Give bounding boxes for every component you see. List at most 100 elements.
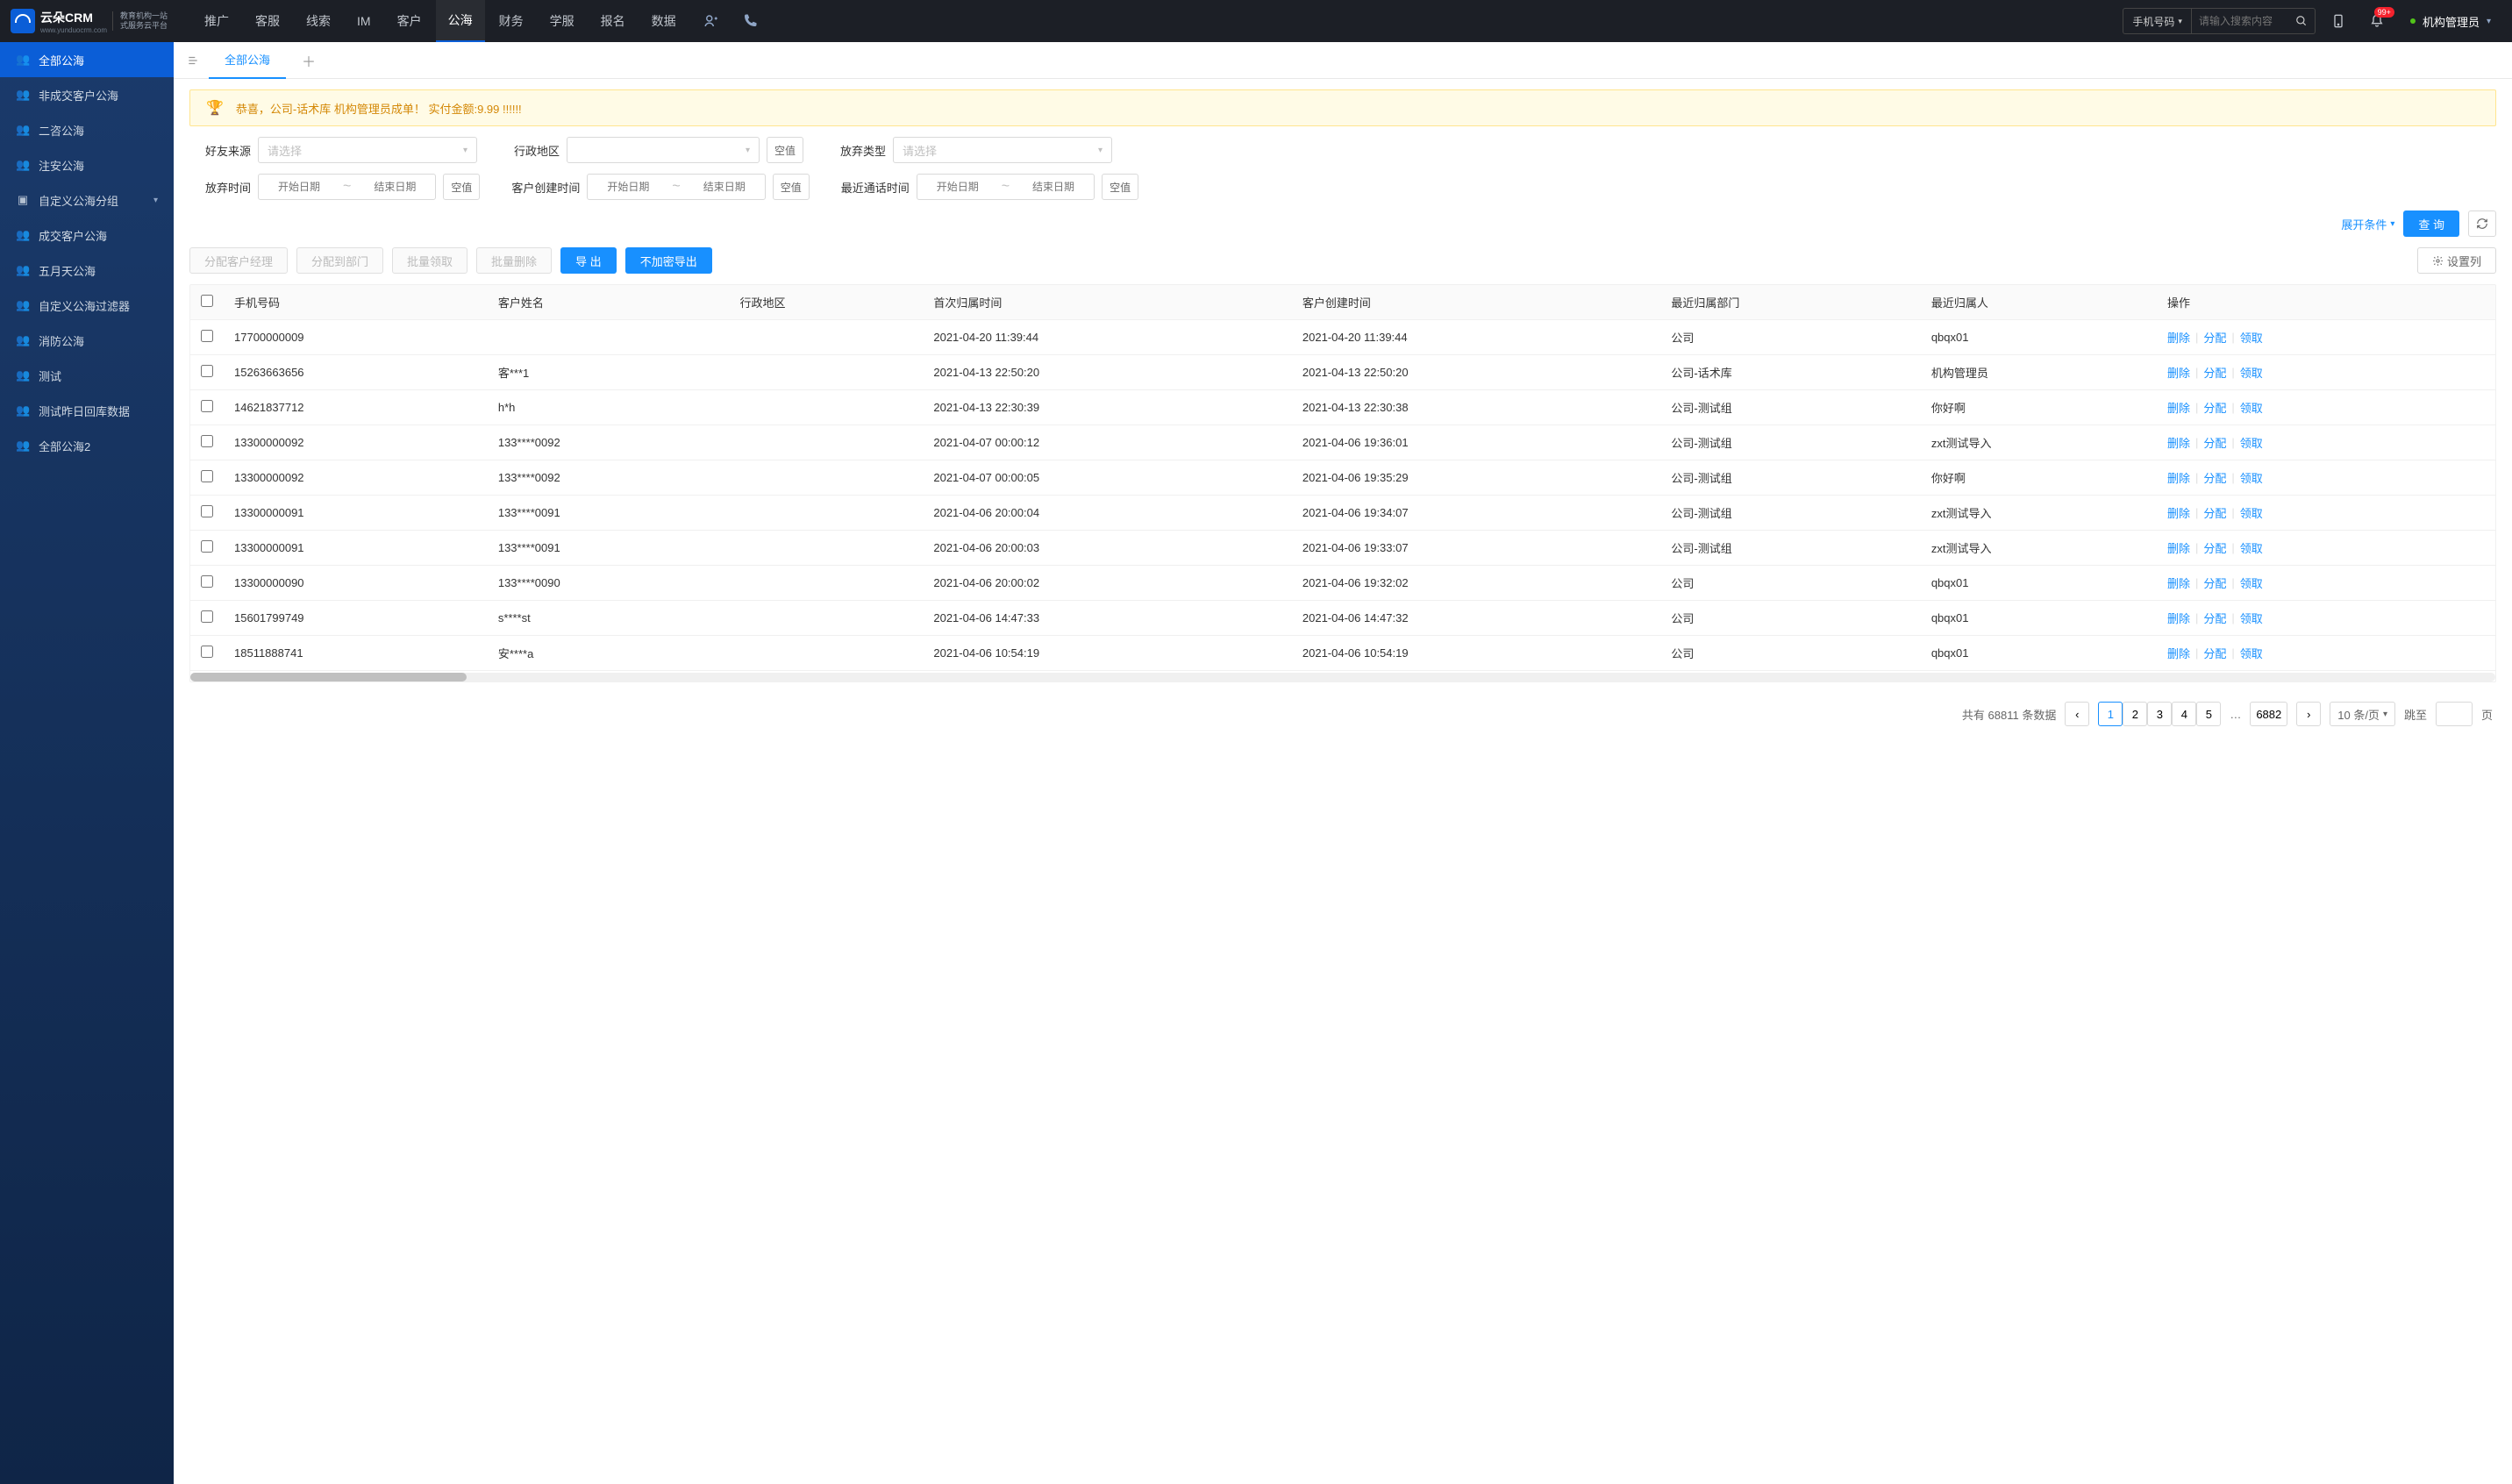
table-row[interactable]: 15601799749s****st2021-04-06 14:47:33202…: [190, 601, 2495, 636]
row-assign[interactable]: 分配: [2203, 434, 2226, 451]
row-delete[interactable]: 删除: [2167, 574, 2190, 591]
row-claim[interactable]: 领取: [2240, 539, 2263, 556]
tab-all-public[interactable]: 全部公海: [209, 42, 286, 79]
row-checkbox[interactable]: [201, 540, 213, 553]
sidebar-item-五月天公海[interactable]: 👥五月天公海: [0, 253, 174, 288]
bell-icon[interactable]: 99+: [2361, 5, 2393, 37]
create-empty-btn[interactable]: 空值: [773, 174, 810, 200]
row-checkbox[interactable]: [201, 330, 213, 342]
row-assign[interactable]: 分配: [2203, 504, 2226, 521]
search-input[interactable]: [2192, 15, 2288, 27]
row-checkbox[interactable]: [201, 365, 213, 377]
top-nav-公海[interactable]: 公海: [436, 0, 485, 42]
page-4[interactable]: 4: [2172, 702, 2196, 726]
tab-add-icon[interactable]: ＋: [296, 48, 321, 73]
sidebar-item-测试昨日回库数据[interactable]: 👥测试昨日回库数据: [0, 393, 174, 428]
row-claim[interactable]: 领取: [2240, 574, 2263, 591]
row-assign[interactable]: 分配: [2203, 645, 2226, 661]
sidebar-item-成交客户公海[interactable]: 👥成交客户公海: [0, 218, 174, 253]
row-claim[interactable]: 领取: [2240, 329, 2263, 346]
abandon-type-select[interactable]: 请选择▾: [893, 137, 1112, 163]
next-page[interactable]: ›: [2296, 702, 2321, 726]
abandon-time-range[interactable]: ~: [258, 174, 436, 200]
prev-page[interactable]: ‹: [2065, 702, 2089, 726]
search-icon[interactable]: [2288, 15, 2315, 27]
row-claim[interactable]: 领取: [2240, 434, 2263, 451]
sidebar-item-测试[interactable]: 👥测试: [0, 358, 174, 393]
row-claim[interactable]: 领取: [2240, 610, 2263, 626]
row-checkbox[interactable]: [201, 610, 213, 623]
row-delete[interactable]: 删除: [2167, 399, 2190, 416]
abandon-start[interactable]: [259, 181, 339, 193]
top-nav-IM[interactable]: IM: [345, 0, 383, 42]
row-checkbox[interactable]: [201, 435, 213, 447]
query-button[interactable]: 查 询: [2403, 210, 2459, 237]
assign-dept-button[interactable]: 分配到部门: [296, 247, 383, 274]
sidebar-item-全部公海[interactable]: 👥全部公海: [0, 42, 174, 77]
sidebar-item-自定义公海过滤器[interactable]: 👥自定义公海过滤器: [0, 288, 174, 323]
row-delete[interactable]: 删除: [2167, 364, 2190, 381]
select-all-checkbox[interactable]: [201, 295, 213, 307]
lastcall-empty-btn[interactable]: 空值: [1102, 174, 1138, 200]
row-checkbox[interactable]: [201, 505, 213, 517]
sidebar-item-消防公海[interactable]: 👥消防公海: [0, 323, 174, 358]
top-nav-学服[interactable]: 学服: [538, 0, 587, 42]
row-delete[interactable]: 删除: [2167, 469, 2190, 486]
search-field-select[interactable]: 手机号码▾: [2123, 9, 2192, 33]
top-nav-客服[interactable]: 客服: [243, 0, 292, 42]
row-assign[interactable]: 分配: [2203, 610, 2226, 626]
row-claim[interactable]: 领取: [2240, 399, 2263, 416]
row-checkbox[interactable]: [201, 575, 213, 588]
table-row[interactable]: 14621837712h*h2021-04-13 22:30:392021-04…: [190, 390, 2495, 425]
phone-icon[interactable]: [734, 5, 766, 37]
horizontal-scrollbar[interactable]: [190, 673, 2495, 681]
create-start[interactable]: [588, 181, 668, 193]
row-checkbox[interactable]: [201, 646, 213, 658]
table-row[interactable]: 18511888741安****a2021-04-06 10:54:192021…: [190, 636, 2495, 671]
refresh-icon[interactable]: [2468, 210, 2496, 237]
abandon-empty-btn[interactable]: 空值: [443, 174, 480, 200]
expand-filters-link[interactable]: 展开条件▾: [2341, 216, 2394, 232]
row-delete[interactable]: 删除: [2167, 610, 2190, 626]
row-delete[interactable]: 删除: [2167, 329, 2190, 346]
add-user-icon[interactable]: [696, 5, 727, 37]
set-columns-button[interactable]: 设置列: [2417, 247, 2496, 274]
table-row[interactable]: 13300000091133****00912021-04-06 20:00:0…: [190, 496, 2495, 531]
mobile-icon[interactable]: [2323, 5, 2354, 37]
sidebar-item-全部公海2[interactable]: 👥全部公海2: [0, 428, 174, 463]
sidebar-item-注安公海[interactable]: 👥注安公海: [0, 147, 174, 182]
region-empty-btn[interactable]: 空值: [767, 137, 803, 163]
create-end[interactable]: [684, 181, 765, 193]
lastcall-range[interactable]: ~: [917, 174, 1095, 200]
row-assign[interactable]: 分配: [2203, 539, 2226, 556]
row-checkbox[interactable]: [201, 400, 213, 412]
lastcall-end[interactable]: [1013, 181, 1094, 193]
row-assign[interactable]: 分配: [2203, 574, 2226, 591]
top-nav-推广[interactable]: 推广: [192, 0, 241, 42]
top-nav-财务[interactable]: 财务: [487, 0, 536, 42]
row-claim[interactable]: 领取: [2240, 364, 2263, 381]
table-row[interactable]: 13300000091133****00912021-04-06 20:00:0…: [190, 531, 2495, 566]
page-1[interactable]: 1: [2098, 702, 2123, 726]
row-delete[interactable]: 删除: [2167, 434, 2190, 451]
create-time-range[interactable]: ~: [587, 174, 765, 200]
tabs-toggle-icon[interactable]: [181, 48, 205, 73]
page-2[interactable]: 2: [2123, 702, 2147, 726]
page-3[interactable]: 3: [2147, 702, 2172, 726]
batch-delete-button[interactable]: 批量删除: [476, 247, 552, 274]
export-plain-button[interactable]: 不加密导出: [625, 247, 712, 274]
table-row[interactable]: 177000000092021-04-20 11:39:442021-04-20…: [190, 320, 2495, 355]
page-size-select[interactable]: 10 条/页▾: [2330, 702, 2395, 726]
region-select[interactable]: ▾: [567, 137, 760, 163]
row-assign[interactable]: 分配: [2203, 469, 2226, 486]
sidebar-item-二咨公海[interactable]: 👥二咨公海: [0, 112, 174, 147]
table-row[interactable]: 15263663656客***12021-04-13 22:50:202021-…: [190, 355, 2495, 390]
row-checkbox[interactable]: [201, 470, 213, 482]
row-assign[interactable]: 分配: [2203, 364, 2226, 381]
batch-claim-button[interactable]: 批量领取: [392, 247, 467, 274]
last-page[interactable]: 6882: [2250, 702, 2287, 726]
row-delete[interactable]: 删除: [2167, 645, 2190, 661]
table-row[interactable]: 13300000092133****00922021-04-07 00:00:1…: [190, 425, 2495, 460]
top-nav-数据[interactable]: 数据: [639, 0, 689, 42]
top-nav-线索[interactable]: 线索: [294, 0, 343, 42]
